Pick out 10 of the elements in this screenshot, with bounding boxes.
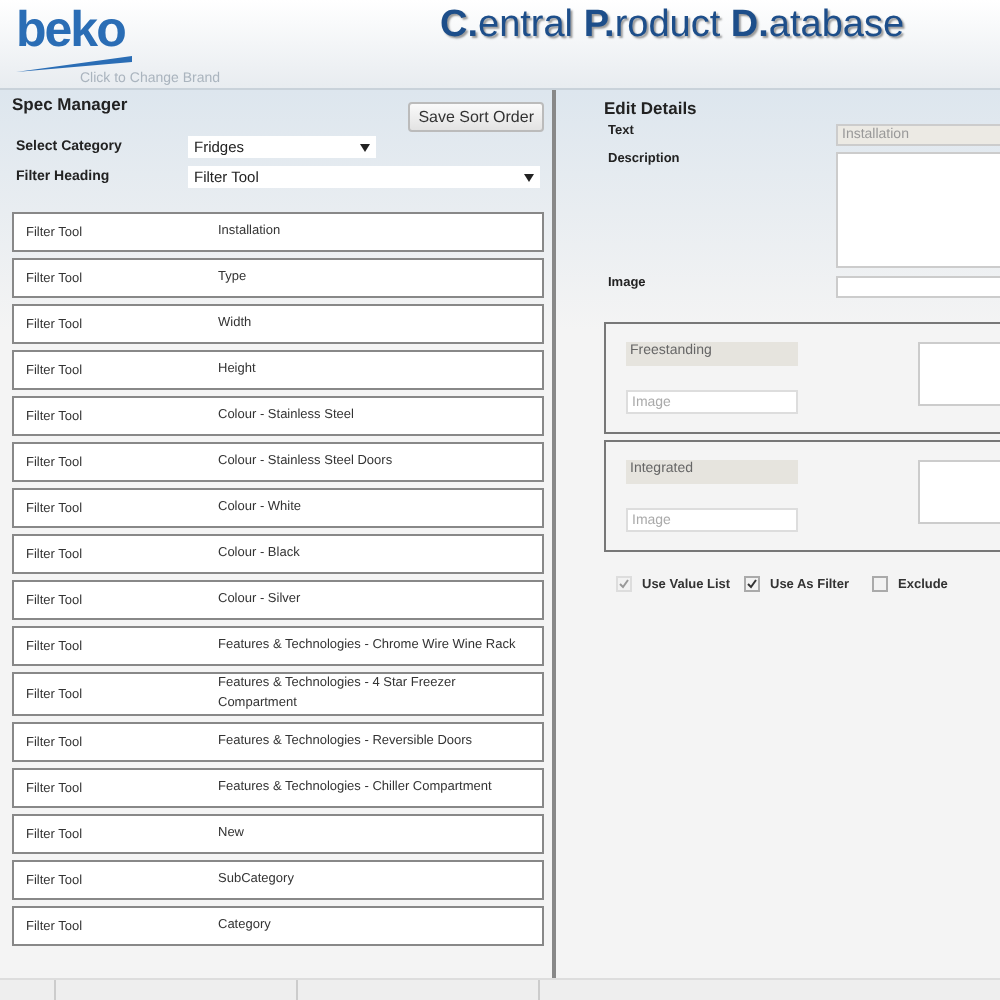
brand-logo[interactable]: beko (16, 4, 416, 56)
logo-swoosh-icon (16, 56, 132, 72)
app-title: C.entral P.roduct D.atabase (440, 4, 905, 48)
checkbox[interactable] (744, 576, 760, 592)
caret-icon (524, 173, 534, 181)
caret-icon (360, 143, 370, 151)
panel-title: Edit Details (604, 98, 699, 118)
panel-title: Spec Manager (12, 94, 128, 114)
checkbox[interactable] (872, 576, 888, 592)
save-sort-order-button[interactable]: Save Sort Order (408, 102, 544, 132)
